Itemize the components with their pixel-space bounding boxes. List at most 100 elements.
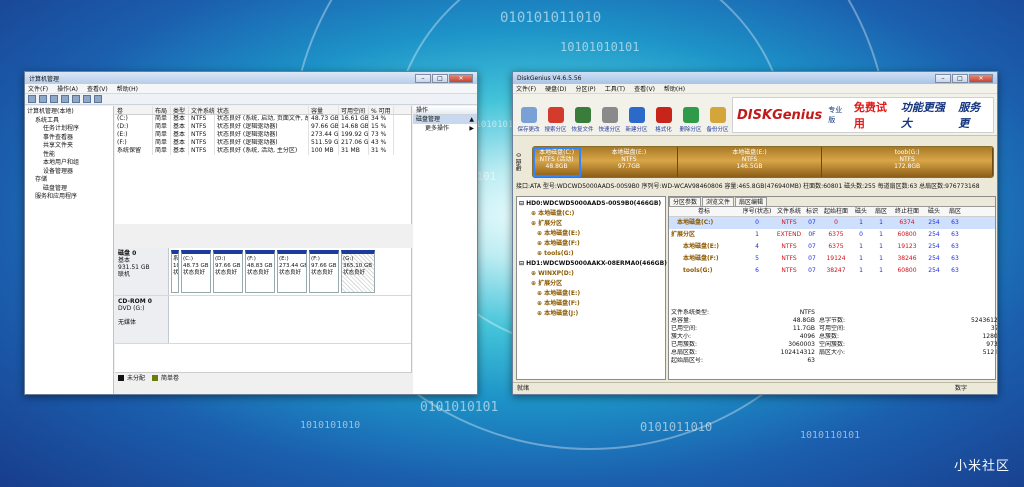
maximize-button[interactable]: □ bbox=[432, 73, 448, 83]
column-header[interactable]: 终止柱面 bbox=[891, 207, 923, 216]
tree-item[interactable]: ⊕ 扩展分区 bbox=[519, 219, 663, 229]
tree-item[interactable]: 事件查看器 bbox=[27, 134, 111, 143]
table-row[interactable]: 本地磁盘(E:) 4 NTFS 07 6375 1 1 19123 254 63 bbox=[669, 241, 995, 253]
table-row[interactable]: 扩展分区 1 EXTEND 0F 6375 0 1 60800 254 63 bbox=[669, 229, 995, 241]
column-header[interactable]: 容量 bbox=[309, 106, 339, 114]
volume-list[interactable]: 卷布局 类型 文件系统 状态 容量 可用空间% 可用 (C:) 简单 基本 NTFS 状态良好 (… bbox=[115, 106, 412, 224]
table-row[interactable]: 本地磁盘(C:) 0 NTFS 07 0 1 1 6374 254 63 bbox=[669, 217, 995, 229]
diskgenius-window[interactable]: DiskGenius V4.6.5.56 – □ ✕ 文件(F) 硬盘(D) 分区(… bbox=[512, 71, 998, 395]
table-row[interactable]: (F:)简单基本NTFS状态良好 (逻辑驱动器)511.59 GB217.06 … bbox=[115, 139, 411, 147]
close-button[interactable]: ✕ bbox=[449, 73, 473, 83]
partition-segment[interactable]: 本地磁盘(E:) NTFS 97.7GB bbox=[581, 147, 678, 177]
menu-item[interactable]: 帮助(H) bbox=[664, 84, 685, 93]
back-icon[interactable] bbox=[28, 95, 36, 103]
cdrom-row[interactable]: CD-ROM 0 DVD (G:) 无媒体 bbox=[115, 296, 411, 344]
up-icon[interactable] bbox=[50, 95, 58, 103]
tree-item[interactable]: ⊕ WINXP(D:) bbox=[519, 269, 663, 279]
partition-block[interactable]: (C:) 48.73 GB 状态良好 bbox=[181, 250, 211, 293]
table-row[interactable]: 系统保留 简单 基本 NTFS 状态良好 (系统, 活动, 主分区) 100 MB 31 M… bbox=[115, 147, 411, 155]
partition-segment[interactable]: toob(G:) NTFS 172.8GB bbox=[822, 147, 993, 177]
tab[interactable]: 分区参数 bbox=[669, 197, 702, 206]
backup-partition-button[interactable]: 备份分区 bbox=[705, 107, 730, 133]
refresh-icon[interactable] bbox=[94, 95, 102, 103]
tree-item[interactable]: 系统工具 bbox=[27, 117, 111, 126]
partition-block[interactable]: (G:) 365.10 GB 状态良好 bbox=[341, 250, 375, 293]
menu-item[interactable]: 查看(V) bbox=[87, 84, 108, 93]
partition-segment[interactable]: 本地磁盘(C:) NTFS (活动) 48.8GB bbox=[533, 147, 582, 177]
tree-item[interactable]: 性能 bbox=[27, 151, 111, 160]
column-header[interactable]: 磁头 bbox=[851, 207, 871, 216]
tree-item[interactable]: 计算机管理(本地) bbox=[27, 108, 111, 117]
table-row[interactable]: tools(G:) 6 NTFS 07 38247 1 1 60800 254 63 bbox=[669, 265, 995, 277]
menu-bar[interactable]: 文件(F) 操作(A) 查看(V) 帮助(H) bbox=[25, 84, 477, 94]
table-row[interactable]: (D:) 简单 基本 NTFS 状态良好 (逻辑驱动器) 97.66 GB 14.68 GB… bbox=[115, 123, 411, 131]
column-header[interactable]: 状态 bbox=[215, 106, 309, 114]
column-header[interactable]: 标识 bbox=[803, 207, 821, 216]
disk-0-row[interactable]: 磁盘 0基本931.51 GB联机 系10状(C:)48.73 GB状态良好(D… bbox=[115, 248, 411, 296]
column-header[interactable]: 卷标 bbox=[669, 207, 739, 216]
tree-item[interactable]: 服务和应用程序 bbox=[27, 193, 111, 202]
menu-bar[interactable]: 文件(F) 硬盘(D) 分区(P) 工具(T) 查看(V) 帮助(H) bbox=[513, 84, 997, 94]
partition-block[interactable]: (E:) 273.44 GB 状态良好 bbox=[277, 250, 307, 293]
search-button[interactable]: 搜索分区 bbox=[543, 107, 568, 133]
maximize-button[interactable]: □ bbox=[952, 73, 968, 83]
partition-block[interactable]: (F:) 97.66 GB 状态良好 bbox=[309, 250, 339, 293]
ad-banner[interactable]: DISKGenius 专业版 免费试用 功能更强大 服务更 bbox=[732, 97, 994, 133]
menu-item[interactable]: 分区(P) bbox=[575, 84, 595, 93]
tree-item[interactable]: ⊕ 本地磁盘(F:) bbox=[519, 299, 663, 309]
column-header[interactable]: 可用空间 bbox=[339, 106, 369, 114]
tree-item[interactable]: 设备管理器 bbox=[27, 168, 111, 177]
column-header[interactable]: 扇区 bbox=[945, 207, 965, 216]
toolbar[interactable]: 保存更改 搜索分区 恢复文件 快速分区 新建分区 格式化 删除分区 备份分区 DISKGeni… bbox=[513, 94, 997, 136]
tab[interactable]: 浏览文件 bbox=[702, 197, 735, 206]
actions-section[interactable]: 磁盘管理 ▲ bbox=[413, 115, 477, 124]
navigation-tree[interactable]: 计算机管理(本地) 系统工具 任务计划程序 事件查看器 共享文件夹 性能 本地用户和组 设备管… bbox=[25, 106, 114, 394]
tree-item[interactable]: ⊕ 本地磁盘(J:) bbox=[519, 309, 663, 319]
tree-item[interactable]: 存储 bbox=[27, 176, 111, 185]
disk-tree[interactable]: ⊟ HD0:WDCWD5000AADS-00S9B0(466GB) ⊕ 本地磁盘(… bbox=[516, 196, 667, 380]
column-header[interactable]: 序号(状态) bbox=[739, 207, 775, 216]
tree-item[interactable]: 磁盘管理 bbox=[27, 185, 111, 194]
tree-item[interactable]: ⊕ 扩展分区 bbox=[519, 279, 663, 289]
actions-pane[interactable]: 操作 磁盘管理 ▲ 更多操作 ▶ bbox=[413, 106, 477, 394]
forward-icon[interactable] bbox=[39, 95, 47, 103]
menu-item[interactable]: 帮助(H) bbox=[117, 84, 138, 93]
minimize-button[interactable]: – bbox=[415, 73, 431, 83]
delete-icon[interactable] bbox=[83, 95, 91, 103]
minimize-button[interactable]: – bbox=[935, 73, 951, 83]
disk-graph[interactable]: 磁盘 0基本931.51 GB联机 系10状(C:)48.73 GB状态良好(D… bbox=[115, 248, 412, 382]
menu-item[interactable]: 文件(F) bbox=[28, 84, 48, 93]
menu-item[interactable]: 操作(A) bbox=[57, 84, 78, 93]
tree-item[interactable]: 共享文件夹 bbox=[27, 142, 111, 151]
column-header[interactable]: 磁头 bbox=[923, 207, 945, 216]
tree-item[interactable]: ⊕ 本地磁盘(C:) bbox=[519, 209, 663, 219]
save-button[interactable]: 保存更改 bbox=[516, 107, 541, 133]
column-header[interactable]: 文件系统 bbox=[775, 207, 803, 216]
column-header[interactable]: 卷 bbox=[115, 106, 153, 114]
title-bar[interactable]: 计算机管理 – □ ✕ bbox=[25, 72, 477, 84]
tree-item[interactable]: ⊟ HD1:WDCWD5000AAKX-08ERMA0(466GB) bbox=[519, 259, 667, 269]
menu-item[interactable]: 工具(T) bbox=[605, 84, 625, 93]
partition-segment[interactable]: 本地磁盘(E:) NTFS 146.5GB bbox=[677, 147, 823, 177]
menu-item[interactable]: 硬盘(D) bbox=[545, 84, 566, 93]
tree-item[interactable]: ⊕ 本地磁盘(E:) bbox=[519, 289, 663, 299]
more-actions[interactable]: 更多操作 ▶ bbox=[413, 124, 477, 133]
tree-item[interactable]: 本地用户和组 bbox=[27, 159, 111, 168]
table-row[interactable]: 本地磁盘(F:) 5 NTFS 07 19124 1 1 38246 254 63 bbox=[669, 253, 995, 265]
menu-item[interactable]: 查看(V) bbox=[634, 84, 655, 93]
tree-item[interactable]: ⊕ tools(G:) bbox=[519, 249, 663, 259]
tab[interactable]: 扇区编辑 bbox=[735, 197, 768, 206]
help-icon[interactable] bbox=[72, 95, 80, 103]
partition-block[interactable]: (D:) 97.66 GB 状态良好 bbox=[213, 250, 243, 293]
column-header[interactable]: 扇区 bbox=[871, 207, 891, 216]
partition-block[interactable]: (F:) 48.83 GB 状态良好 bbox=[245, 250, 275, 293]
computer-management-window[interactable]: 计算机管理 – □ ✕ 文件(F) 操作(A) 查看(V) 帮助(H) 计算机管理(本… bbox=[24, 71, 478, 395]
partition-block[interactable]: 系10状 bbox=[171, 250, 179, 293]
column-header[interactable]: % 可用 bbox=[369, 106, 394, 114]
table-row[interactable]: (E:)简单基本NTFS状态良好 (逻辑驱动器)273.44 GB199.92 … bbox=[115, 131, 411, 139]
column-header[interactable]: 布局 bbox=[153, 106, 171, 114]
column-header[interactable]: 起始柱面 bbox=[821, 207, 851, 216]
close-button[interactable]: ✕ bbox=[969, 73, 993, 83]
disk-bar[interactable]: 硬盘 0 本地磁盘(C:) NTFS (活动) 48.8GB 本地磁盘(E:) NTFS… bbox=[516, 144, 994, 180]
format-button[interactable]: 格式化 bbox=[651, 107, 676, 133]
